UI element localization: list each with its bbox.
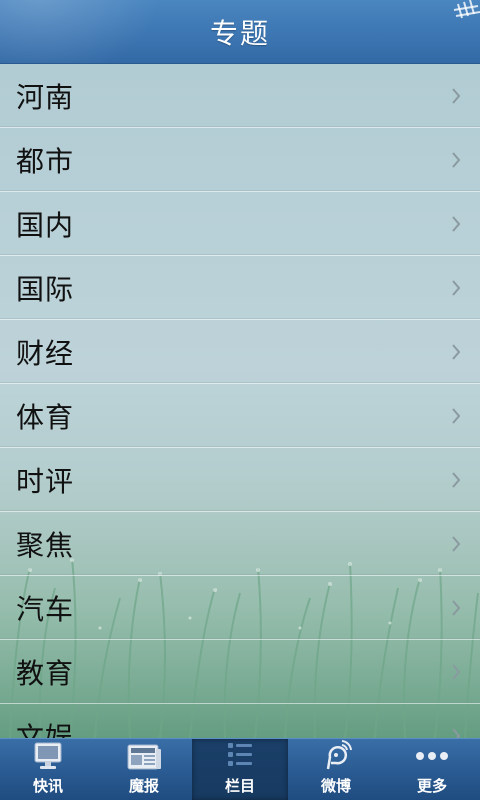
list-item-jiaoyu[interactable]: 教育 bbox=[0, 640, 480, 704]
list-item-label: 时评 bbox=[16, 464, 75, 498]
weibo-icon bbox=[326, 740, 352, 770]
list-item-label: 文娱 bbox=[16, 720, 75, 739]
chevron-right-icon bbox=[452, 215, 461, 232]
tab-kuaixun[interactable]: 快讯 bbox=[0, 739, 96, 800]
title-bar: 专题 bbox=[0, 0, 480, 64]
tab-gengduo[interactable]: 更多 bbox=[384, 739, 480, 800]
bottom-tab-bar: 快讯 魔报 栏目 微博 更多 bbox=[0, 738, 480, 800]
window-logo-icon bbox=[453, 0, 480, 19]
chevron-right-icon bbox=[452, 727, 461, 738]
list-item-label: 教育 bbox=[16, 656, 75, 690]
list-item-qiche[interactable]: 汽车 bbox=[0, 576, 480, 640]
list-item-label: 河南 bbox=[16, 80, 75, 114]
chevron-right-icon bbox=[452, 151, 461, 168]
list-item-henan[interactable]: 河南 bbox=[0, 64, 480, 128]
tab-label: 微博 bbox=[320, 777, 351, 795]
chevron-right-icon bbox=[452, 343, 461, 360]
list-item-label: 体育 bbox=[16, 400, 75, 434]
tab-label: 栏目 bbox=[224, 777, 255, 795]
chevron-right-icon bbox=[452, 407, 461, 424]
list-item-caijing[interactable]: 财经 bbox=[0, 320, 480, 384]
header-gloss bbox=[0, 0, 160, 63]
tab-label: 更多 bbox=[416, 777, 447, 795]
category-list-area[interactable]: 河南 都市 国内 国际 财经 体育 时评 聚焦 汽车 教育 文娱 bbox=[0, 64, 480, 738]
chevron-right-icon bbox=[452, 663, 461, 680]
page-title: 专题 bbox=[209, 16, 270, 50]
chevron-right-icon bbox=[452, 279, 461, 296]
list-item-dushi[interactable]: 都市 bbox=[0, 128, 480, 192]
category-list: 河南 都市 国内 国际 财经 体育 时评 聚焦 汽车 教育 文娱 bbox=[0, 64, 480, 738]
more-dots-icon bbox=[416, 752, 448, 760]
list-item-label: 聚焦 bbox=[16, 528, 75, 562]
tab-label: 快讯 bbox=[32, 777, 63, 795]
chevron-right-icon bbox=[452, 535, 461, 552]
list-item-label: 财经 bbox=[16, 336, 75, 370]
tab-lanmu[interactable]: 栏目 bbox=[192, 739, 288, 800]
list-item-tiyu[interactable]: 体育 bbox=[0, 384, 480, 448]
tab-weibo[interactable]: 微博 bbox=[288, 739, 384, 800]
list-item-wenyu[interactable]: 文娱 bbox=[0, 704, 480, 738]
newspaper-icon bbox=[127, 744, 161, 770]
tab-label: 魔报 bbox=[128, 777, 159, 795]
monitor-icon bbox=[34, 742, 62, 769]
tab-mobao[interactable]: 魔报 bbox=[96, 739, 192, 800]
list-item-guoji[interactable]: 国际 bbox=[0, 256, 480, 320]
chevron-right-icon bbox=[452, 599, 461, 616]
list-item-label: 都市 bbox=[16, 144, 75, 178]
list-item-label: 国内 bbox=[16, 208, 75, 242]
list-item-label: 国际 bbox=[16, 272, 75, 306]
list-icon bbox=[228, 743, 252, 766]
list-item-shiping[interactable]: 时评 bbox=[0, 448, 480, 512]
chevron-right-icon bbox=[452, 471, 461, 488]
list-item-guonei[interactable]: 国内 bbox=[0, 192, 480, 256]
list-item-jujiao[interactable]: 聚焦 bbox=[0, 512, 480, 576]
chevron-right-icon bbox=[452, 87, 461, 104]
list-item-label: 汽车 bbox=[16, 592, 75, 626]
